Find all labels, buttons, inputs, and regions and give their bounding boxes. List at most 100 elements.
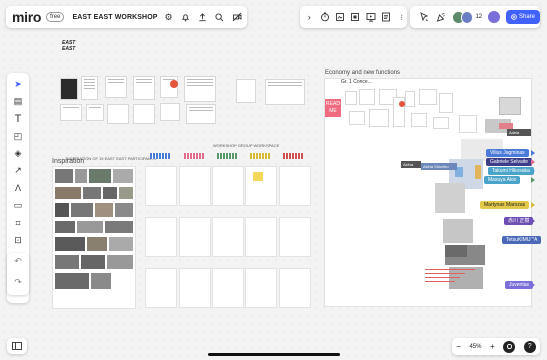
architecture-image[interactable] [435,183,465,213]
economy-frame[interactable]: Gr. 1 Conce... READ ME Adela Akiha Akiha… [324,78,532,307]
name-tag[interactable]: Gabriele Selvaite [486,158,533,166]
workspace-card[interactable] [245,217,277,257]
celebrate-icon[interactable] [435,11,447,23]
thumbnail[interactable] [186,104,216,124]
template-tool-icon[interactable]: ▤ [11,94,25,108]
shapes-tool-icon[interactable]: ◈ [11,147,25,161]
thumbnail[interactable] [459,115,477,133]
thumbnail[interactable] [86,104,104,121]
inspiration-image[interactable] [71,203,93,217]
workspace-card[interactable] [212,217,244,257]
settings-icon[interactable]: ⚙ [163,11,175,23]
name-tag[interactable]: Masuya Akio [484,176,521,184]
zoom-level[interactable]: 45% [469,344,481,350]
inspiration-image[interactable] [55,203,69,217]
thumbnail[interactable] [405,91,415,107]
user-avatar[interactable] [488,11,500,23]
workspace-card[interactable] [279,166,311,206]
workspace-card[interactable] [179,217,211,257]
thumbnail[interactable] [439,93,453,113]
inspiration-image[interactable] [91,273,111,289]
share-button[interactable]: Share [505,10,540,24]
select-tool-icon[interactable]: ➤ [11,77,25,91]
sticky-note-tool-icon[interactable]: ◰ [11,129,25,143]
architecture-image[interactable] [499,97,521,115]
name-tag[interactable]: Juventas [505,281,534,289]
frame-icon[interactable] [350,11,360,23]
board-name[interactable]: EAST EAST WORKSHOP [72,14,157,21]
redo-icon[interactable]: ↷ [11,276,25,290]
zoom-in-button[interactable]: + [490,342,495,351]
workspace-card[interactable] [279,268,311,308]
text-tool-icon[interactable]: T [11,112,25,126]
inspiration-image[interactable] [55,221,75,233]
thumbnail[interactable] [160,103,180,121]
architecture-image[interactable] [443,219,473,243]
inspiration-image[interactable] [115,203,133,217]
name-tag[interactable]: Martynas Marozas [480,201,530,209]
inspiration-image[interactable] [119,187,133,199]
help-button[interactable]: ? [523,340,536,353]
thumbnail[interactable] [349,111,365,125]
thumbnail[interactable] [60,104,82,121]
participant-avatar[interactable] [460,10,474,24]
inspiration-image[interactable] [89,169,111,183]
inspiration-image[interactable] [95,203,113,217]
name-tag[interactable]: Takumi Hikosaka [488,167,534,175]
workspace-card[interactable] [212,166,244,206]
card-icon[interactable] [335,11,345,23]
thumbnail[interactable] [236,79,256,103]
miro-logo[interactable]: miro [12,9,41,25]
collapse-chevron-icon[interactable]: › [304,11,314,23]
workspace-card[interactable] [245,268,277,308]
bell-icon[interactable] [180,11,192,23]
read-me-sticky[interactable]: READ ME [325,99,341,117]
thumbnail[interactable] [60,78,78,100]
timer-icon[interactable] [319,11,329,23]
more-icon[interactable]: ⁝ [397,11,407,23]
inspiration-image[interactable] [103,187,117,199]
undo-icon[interactable]: ↶ [11,255,25,269]
inspiration-image[interactable] [77,221,103,233]
upload-icon[interactable] [197,11,209,23]
thumbnail[interactable] [419,89,437,105]
thumbnail[interactable] [265,79,305,105]
thumbnail[interactable] [345,91,357,105]
east-east-logo[interactable]: EAST EAST [62,40,75,52]
inspiration-image[interactable] [55,237,85,251]
pen-tool-icon[interactable]: Λ [11,181,25,195]
name-tag[interactable]: 赤川 正樹 [504,217,534,225]
inspiration-image[interactable] [113,169,133,183]
workspace-card[interactable] [179,268,211,308]
inspiration-image[interactable] [55,273,89,289]
thumbnail[interactable] [369,109,389,127]
participant-count[interactable]: 12 [475,14,482,20]
board-panel-toggle[interactable] [7,338,27,354]
comment-tool-icon[interactable]: ▭ [11,199,25,213]
workspace-card[interactable] [212,268,244,308]
sticky-note[interactable] [253,172,263,181]
present-icon[interactable] [366,11,376,23]
comment-badge[interactable] [399,101,405,107]
thumbnail[interactable] [433,117,449,129]
thumbnail[interactable] [411,113,427,127]
inspiration-image[interactable] [55,187,81,199]
architecture-image[interactable] [445,245,467,257]
name-tag[interactable]: TetsuKIMURA [502,236,542,244]
thumbnail[interactable] [133,76,155,100]
inspiration-image[interactable] [107,255,133,269]
search-icon[interactable] [214,11,226,23]
inspiration-frame[interactable] [52,166,136,309]
no-video-icon[interactable] [231,11,243,23]
thumbnail[interactable] [184,76,216,102]
inspiration-image[interactable] [81,255,105,269]
frame-tool-icon[interactable]: ⌗ [11,216,25,230]
inspiration-image[interactable] [105,221,133,233]
fit-to-screen-button[interactable] [503,340,516,353]
inspiration-image[interactable] [55,169,73,183]
upload-tool-icon[interactable]: ⊡ [11,234,25,248]
thumbnail[interactable] [81,76,98,100]
cursor-tool-icon[interactable] [418,11,430,23]
thumbnail[interactable] [359,89,375,105]
workspace-card[interactable] [145,217,177,257]
